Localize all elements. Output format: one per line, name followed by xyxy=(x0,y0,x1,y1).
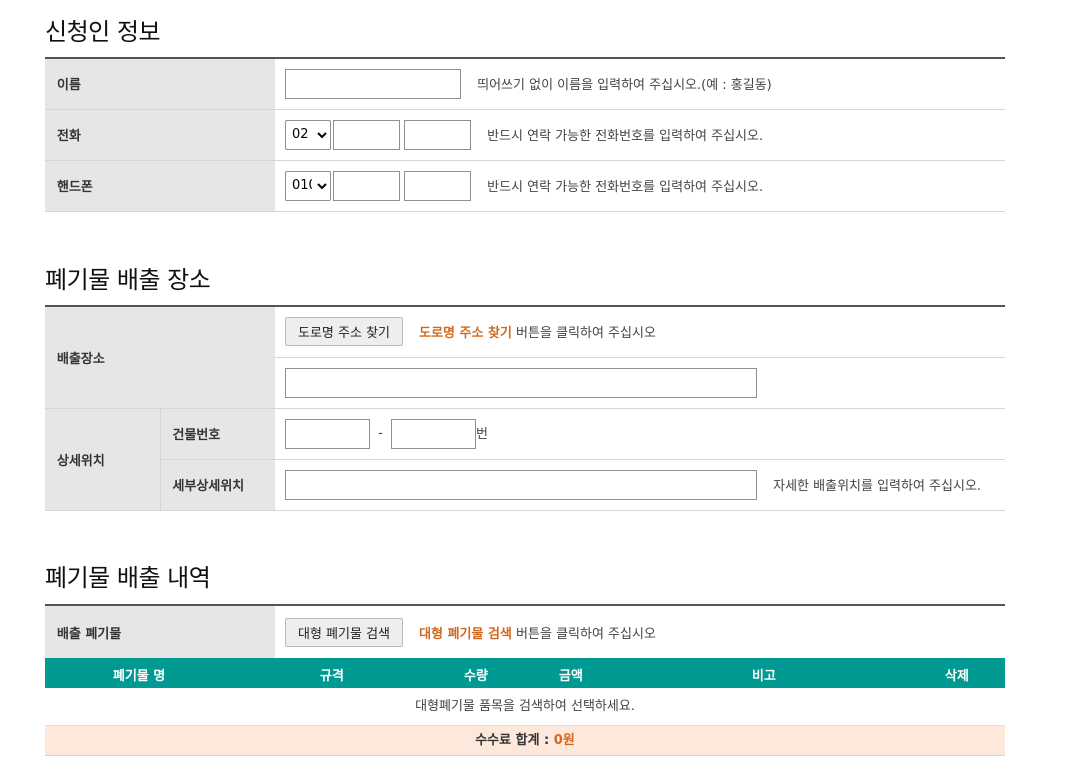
sub-detail-label: 세부상세위치 xyxy=(159,459,275,511)
waste-label: 배출 폐기물 xyxy=(45,605,275,660)
detail-location-label: 상세위치 xyxy=(45,408,160,511)
location-form: 배출장소 도로명 주소 찾기 도로명 주소 찾기 버튼을 클릭하여 주십시오 상… xyxy=(45,305,1005,511)
location-section-title: 폐기물 배출 장소 xyxy=(45,266,211,294)
waste-list-header: 폐기물 명 규격 수량 금액 비고 삭제 xyxy=(45,658,1005,688)
phone-help-text: 반드시 연락 가능한 전화번호를 입력하여 주십시오. xyxy=(487,129,764,144)
sub-detail-row: 세부상세위치 자세한 배출위치를 입력하여 주십시오. xyxy=(45,459,1005,511)
address-search-hint-rest: 버튼을 클릭하여 주십시오 xyxy=(511,326,656,342)
address-input[interactable] xyxy=(285,367,757,398)
mobile-help-text: 반드시 연락 가능한 전화번호를 입력하여 주십시오. xyxy=(487,180,764,195)
mobile-last-input[interactable] xyxy=(404,170,471,201)
mobile-row: 핸드폰 010 반드시 연락 가능한 전화번호를 입력하여 주십시오. xyxy=(45,160,1005,212)
phone-prefix-select[interactable]: 02 xyxy=(285,119,331,150)
column-header-name: 폐기물 명 xyxy=(113,669,166,684)
road-address-search-button[interactable]: 도로명 주소 찾기 xyxy=(285,317,403,347)
building-number-label: 건물번호 xyxy=(159,408,275,460)
name-help-text: 띄어쓰기 없이 이름을 입력하여 주십시오.(예 : 홍길동) xyxy=(477,78,772,94)
phone-last-input[interactable] xyxy=(404,119,471,150)
phone-row: 전화 02 반드시 연락 가능한 전화번호를 입력하여 주십시오. xyxy=(45,109,1005,161)
building-main-input[interactable] xyxy=(285,418,370,449)
applicant-form: 이름 띄어쓰기 없이 이름을 입력하여 주십시오.(예 : 홍길동) 전화 02… xyxy=(45,57,1005,212)
fee-total-value: 0원 xyxy=(553,733,575,748)
column-header-note: 비고 xyxy=(752,669,776,684)
name-input[interactable] xyxy=(285,68,461,99)
column-header-amount: 금액 xyxy=(559,669,583,684)
waste-search-row: 배출 폐기물 대형 폐기물 검색 대형 폐기물 검색 버튼을 클릭하여 주십시오 xyxy=(45,605,1005,660)
column-header-delete: 삭제 xyxy=(945,669,969,684)
phone-middle-input[interactable] xyxy=(333,119,400,150)
place-label: 배출장소 xyxy=(45,306,275,409)
waste-search-hint-accent: 대형 폐기물 검색 xyxy=(419,626,512,642)
history-section-title: 폐기물 배출 내역 xyxy=(45,564,211,592)
applicant-section-title: 신청인 정보 xyxy=(45,18,161,46)
fee-total-label: 수수료 합계 : xyxy=(475,733,554,748)
address-search-hint: 도로명 주소 찾기 버튼을 클릭하여 주십시오 xyxy=(419,326,656,341)
address-search-hint-accent: 도로명 주소 찾기 xyxy=(419,326,512,342)
building-separator: - xyxy=(378,426,383,441)
mobile-middle-input[interactable] xyxy=(333,170,400,201)
name-label: 이름 xyxy=(45,58,275,110)
sub-detail-input[interactable] xyxy=(285,469,757,500)
mobile-label: 핸드폰 xyxy=(45,160,275,212)
building-sub-input[interactable] xyxy=(390,418,476,449)
mobile-prefix-select[interactable]: 010 xyxy=(285,170,331,201)
phone-label: 전화 xyxy=(45,109,275,161)
column-header-spec: 규격 xyxy=(320,669,344,684)
address-search-row: 배출장소 도로명 주소 찾기 도로명 주소 찾기 버튼을 클릭하여 주십시오 xyxy=(45,306,1005,409)
waste-list-empty-message: 대형폐기물 품목을 검색하여 선택하세요. xyxy=(45,688,1005,726)
building-unit: 번 xyxy=(475,426,488,442)
building-row: 상세위치 건물번호 - 번 xyxy=(45,408,1005,511)
large-waste-search-button[interactable]: 대형 폐기물 검색 xyxy=(285,617,403,647)
sub-detail-help-text: 자세한 배출위치를 입력하여 주십시오. xyxy=(773,479,982,494)
fee-total-row: 수수료 합계 : 0원 xyxy=(45,726,1005,756)
column-header-quantity: 수량 xyxy=(464,669,488,684)
history-form: 배출 폐기물 대형 폐기물 검색 대형 폐기물 검색 버튼을 클릭하여 주십시오 xyxy=(45,604,1005,660)
waste-search-hint-rest: 버튼을 클릭하여 주십시오 xyxy=(511,626,656,642)
name-row: 이름 띄어쓰기 없이 이름을 입력하여 주십시오.(예 : 홍길동) xyxy=(45,58,1005,110)
waste-search-hint: 대형 폐기물 검색 버튼을 클릭하여 주십시오 xyxy=(419,627,656,642)
